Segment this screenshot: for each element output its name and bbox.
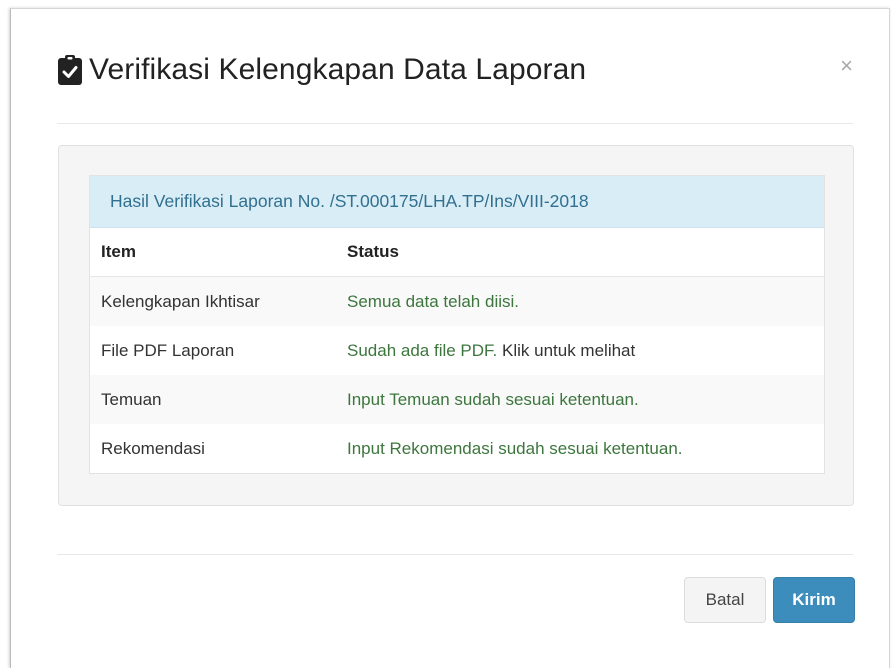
table-row: Temuan Input Temuan sudah sesuai ketentu… — [90, 375, 824, 424]
row-status-cell: Semua data telah diisi. — [347, 276, 824, 326]
panel-heading: Hasil Verifikasi Laporan No. /ST.000175/… — [90, 176, 824, 228]
row-item-cell: Kelengkapan Ikhtisar — [90, 276, 347, 326]
verification-panel: Hasil Verifikasi Laporan No. /ST.000175/… — [89, 175, 825, 474]
verification-well: Hasil Verifikasi Laporan No. /ST.000175/… — [58, 145, 854, 506]
table-header-row: Item Status — [90, 228, 824, 277]
row-status-cell: Input Rekomendasi sudah sesuai ketentuan… — [347, 424, 824, 473]
modal-header: Verifikasi Kelengkapan Data Laporan × — [57, 9, 853, 124]
modal-footer: Batal Kirim — [57, 554, 855, 655]
close-button[interactable]: × — [840, 55, 853, 77]
verification-modal: Verifikasi Kelengkapan Data Laporan × Ha… — [10, 8, 890, 668]
table-row: Kelengkapan Ikhtisar Semua data telah di… — [90, 276, 824, 326]
column-header-status: Status — [347, 228, 824, 277]
table-row: Rekomendasi Input Rekomendasi sudah sesu… — [90, 424, 824, 473]
table-row: File PDF Laporan Sudah ada file PDF. Kli… — [90, 326, 824, 375]
submit-button[interactable]: Kirim — [773, 577, 855, 623]
row-item-cell: Rekomendasi — [90, 424, 347, 473]
view-pdf-link[interactable]: Klik untuk melihat — [502, 341, 635, 360]
row-status-text: Sudah ada file PDF. — [347, 340, 498, 360]
clipboard-check-icon — [57, 54, 83, 86]
row-status-cell: Input Temuan sudah sesuai ketentuan. — [347, 375, 824, 424]
row-status-cell: Sudah ada file PDF. Klik untuk melihat — [347, 326, 824, 375]
column-header-item: Item — [90, 228, 347, 277]
row-item-cell: File PDF Laporan — [90, 326, 347, 375]
cancel-button[interactable]: Batal — [684, 577, 766, 623]
row-item-cell: Temuan — [90, 375, 347, 424]
modal-title: Verifikasi Kelengkapan Data Laporan — [57, 53, 586, 87]
verification-table: Item Status Kelengkapan Ikhtisar Semua d… — [90, 228, 824, 473]
modal-title-text: Verifikasi Kelengkapan Data Laporan — [89, 53, 587, 86]
